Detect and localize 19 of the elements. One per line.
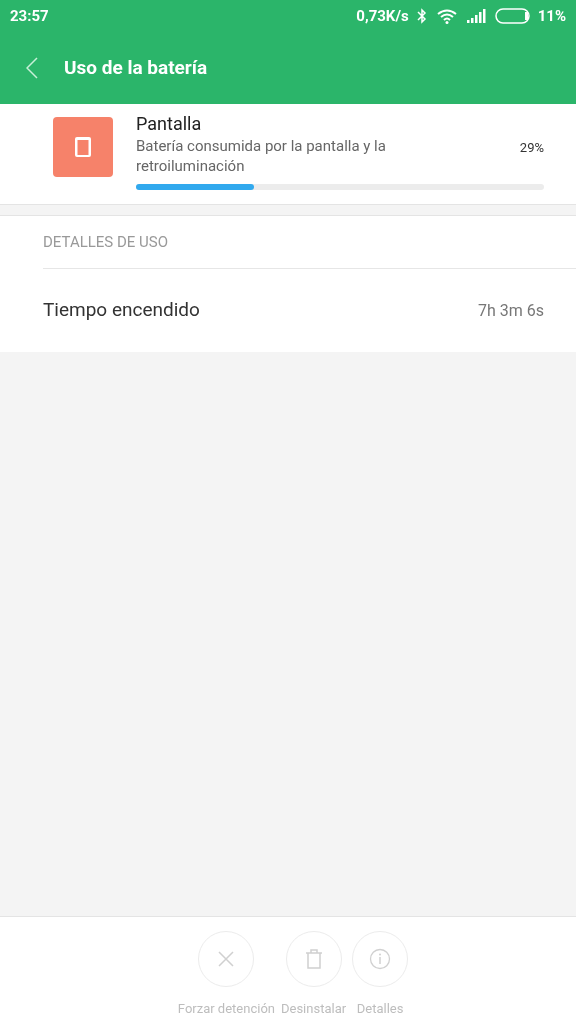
- app-name: Pantalla: [136, 112, 203, 136]
- usage-percent: 29%: [519, 139, 544, 157]
- clock-text: 23:57: [10, 5, 49, 27]
- wifi-icon: [436, 8, 457, 24]
- app-description: Batería consumida por la pantalla y la retroiluminación: [136, 136, 387, 176]
- battery-icon: [494, 8, 533, 24]
- back-icon: [26, 57, 38, 79]
- network-speed-text: 0,73K/s: [356, 5, 409, 27]
- page-title: Uso de la batería: [64, 54, 208, 81]
- phone-icon: [74, 136, 92, 158]
- detail-value: 7h 3m 6s: [478, 299, 544, 322]
- info-icon: [369, 948, 392, 970]
- trash-icon: [303, 948, 324, 970]
- battery-percent-text: 11%: [537, 5, 566, 27]
- section-heading: DETALLES DE USO: [43, 231, 169, 253]
- detail-label: Tiempo encendido: [43, 297, 201, 324]
- signal-icon: [466, 9, 487, 23]
- close-icon: [216, 949, 237, 969]
- bluetooth-icon: [416, 8, 427, 24]
